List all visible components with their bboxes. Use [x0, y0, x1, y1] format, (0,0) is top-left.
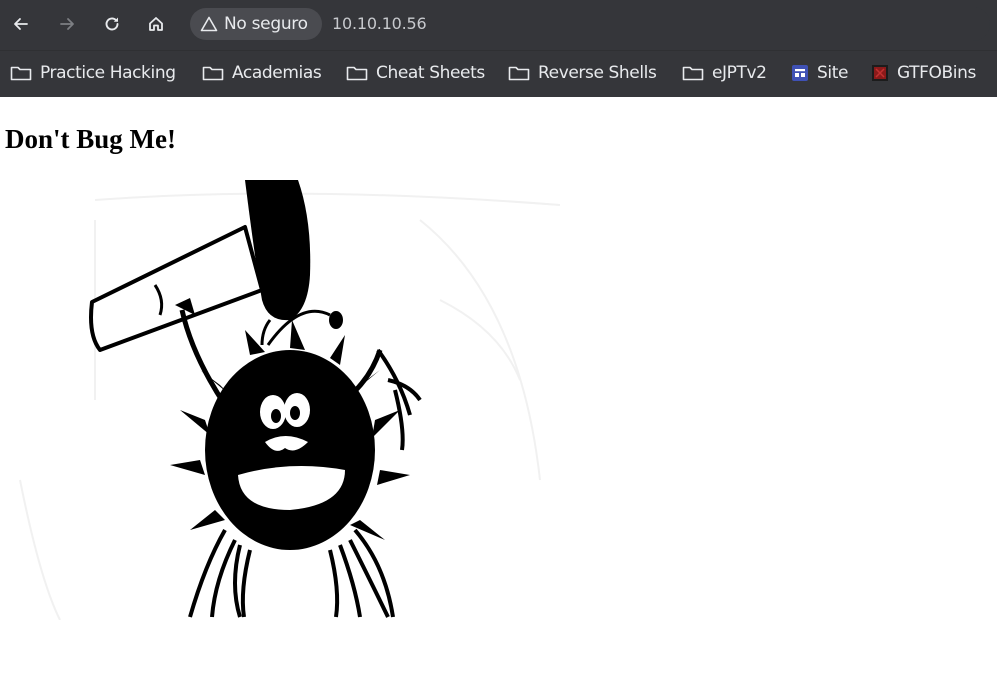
bookmark-practice-hacking[interactable]: Practice Hacking: [10, 59, 176, 87]
bug-hammer-image: [19, 180, 560, 620]
home-icon: [149, 17, 163, 31]
bookmark-ejptv2[interactable]: eJPTv2: [682, 59, 767, 87]
bookmark-label: Cheat Sheets: [376, 63, 485, 83]
folder-icon: [346, 64, 368, 82]
page-heading: Don't Bug Me!: [5, 124, 176, 154]
bookmark-label: Site: [817, 63, 849, 83]
folder-icon: [508, 64, 530, 82]
folder-icon: [202, 64, 224, 82]
bookmark-cheat-sheets[interactable]: Cheat Sheets: [346, 59, 485, 87]
bookmark-label: Reverse Shells: [538, 63, 657, 83]
reload-icon: [105, 17, 119, 31]
bookmark-reverse-shells[interactable]: Reverse Shells: [508, 59, 657, 87]
bookmark-gtfobins[interactable]: GTFOBins: [871, 59, 976, 87]
forward-button[interactable]: [52, 9, 82, 39]
arrow-left-icon: [14, 18, 28, 30]
bookmarks-bar: Practice Hacking Academias Cheat Sheets …: [0, 50, 997, 97]
site-favicon: [791, 64, 809, 82]
page-content: Don't Bug Me!: [0, 97, 997, 698]
security-label: No seguro: [224, 14, 308, 34]
url-text[interactable]: 10.10.10.56: [332, 14, 427, 33]
folder-icon: [682, 64, 704, 82]
security-chip[interactable]: No seguro: [190, 8, 322, 40]
folder-icon: [10, 64, 32, 82]
bookmark-site[interactable]: Site: [791, 59, 848, 87]
bookmark-label: eJPTv2: [712, 63, 767, 83]
warning-triangle-icon: [200, 16, 218, 32]
browser-toolbar: No seguro 10.10.10.56: [0, 0, 997, 50]
back-button[interactable]: [6, 9, 36, 39]
bookmark-label: GTFOBins: [897, 63, 976, 83]
home-button[interactable]: [141, 9, 171, 39]
bookmark-label: Academias: [232, 63, 322, 83]
arrow-right-icon: [60, 18, 74, 30]
bookmark-label: Practice Hacking: [40, 63, 176, 83]
reload-button[interactable]: [97, 9, 127, 39]
bookmark-academias[interactable]: Academias: [202, 59, 322, 87]
gtfobins-favicon: [871, 64, 889, 82]
